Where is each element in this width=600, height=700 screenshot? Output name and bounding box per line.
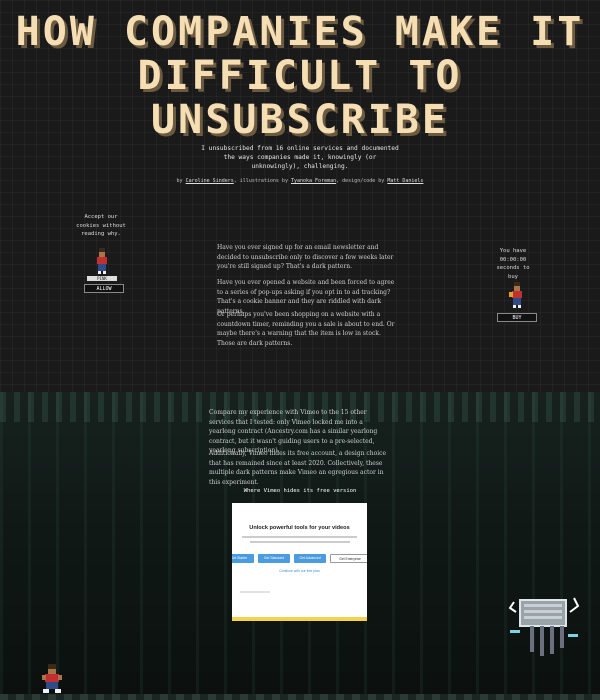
buy-button[interactable]: BUY: [497, 313, 537, 322]
pixel-character-left: [97, 248, 107, 274]
screenshot-bottom-bar: [232, 617, 367, 621]
screenshot-text-line: [240, 591, 270, 593]
robot-illustration: [508, 597, 580, 656]
intro-paragraph-1: Have you ever signed up for an email new…: [217, 244, 394, 270]
intro-paragraph-3: Or perhaps you've been shopping on a web…: [217, 311, 395, 347]
screenshot-text-line: [242, 536, 357, 538]
body-paragraph-2: Additionally, Vimeo hides its free accou…: [209, 450, 387, 486]
floor-tiles: [0, 694, 600, 700]
sprite-label: PINK: [87, 276, 117, 281]
screenshot-text-line: [250, 541, 350, 543]
screenshot-heading: Unlock powerful tools for your videos: [249, 525, 350, 531]
figure-caption: Where Vimeo hides its free version: [243, 488, 357, 494]
byline: by Caroline Sinders, illustrations by Ty…: [120, 178, 480, 184]
free-plan-link: Continue with our free plan: [279, 569, 320, 573]
timer-suffix: seconds to buy: [496, 265, 530, 280]
illustrator-link[interactable]: Tyanoka Foreman: [291, 178, 336, 184]
plan-button-starter: Get Starter: [232, 554, 254, 563]
page-subtitle: I unsubscribed from 16 online services a…: [201, 145, 399, 170]
allow-button[interactable]: ALLOW: [84, 284, 124, 293]
plan-button-enterprise: Get Enterprise: [330, 554, 367, 563]
byline-illus: , illustrations by: [233, 178, 288, 184]
designer-link[interactable]: Matt Daniels: [387, 178, 423, 184]
pixel-character-walking: [42, 664, 62, 693]
pixel-character-right: [509, 282, 522, 308]
author-link[interactable]: Caroline Sinders: [186, 178, 234, 184]
byline-by: by: [176, 178, 183, 184]
plan-button-standard: Get Standard: [258, 554, 290, 563]
timer-prefix: You have: [499, 248, 527, 254]
timer-prompt: You have 00:00:00 seconds to buy: [490, 247, 536, 281]
plan-button-advanced: Get Advanced: [294, 554, 326, 563]
vimeo-screenshot: Unlock powerful tools for your videos Ge…: [232, 503, 367, 621]
page-title: HOW COMPANIES MAKE IT DIFFICULT TO UNSUB…: [15, 9, 585, 143]
byline-design: , design/code by: [336, 178, 385, 184]
countdown-timer: 00:00:00: [499, 256, 527, 263]
cookie-prompt-text: Accept our cookies without reading why.: [76, 214, 126, 237]
